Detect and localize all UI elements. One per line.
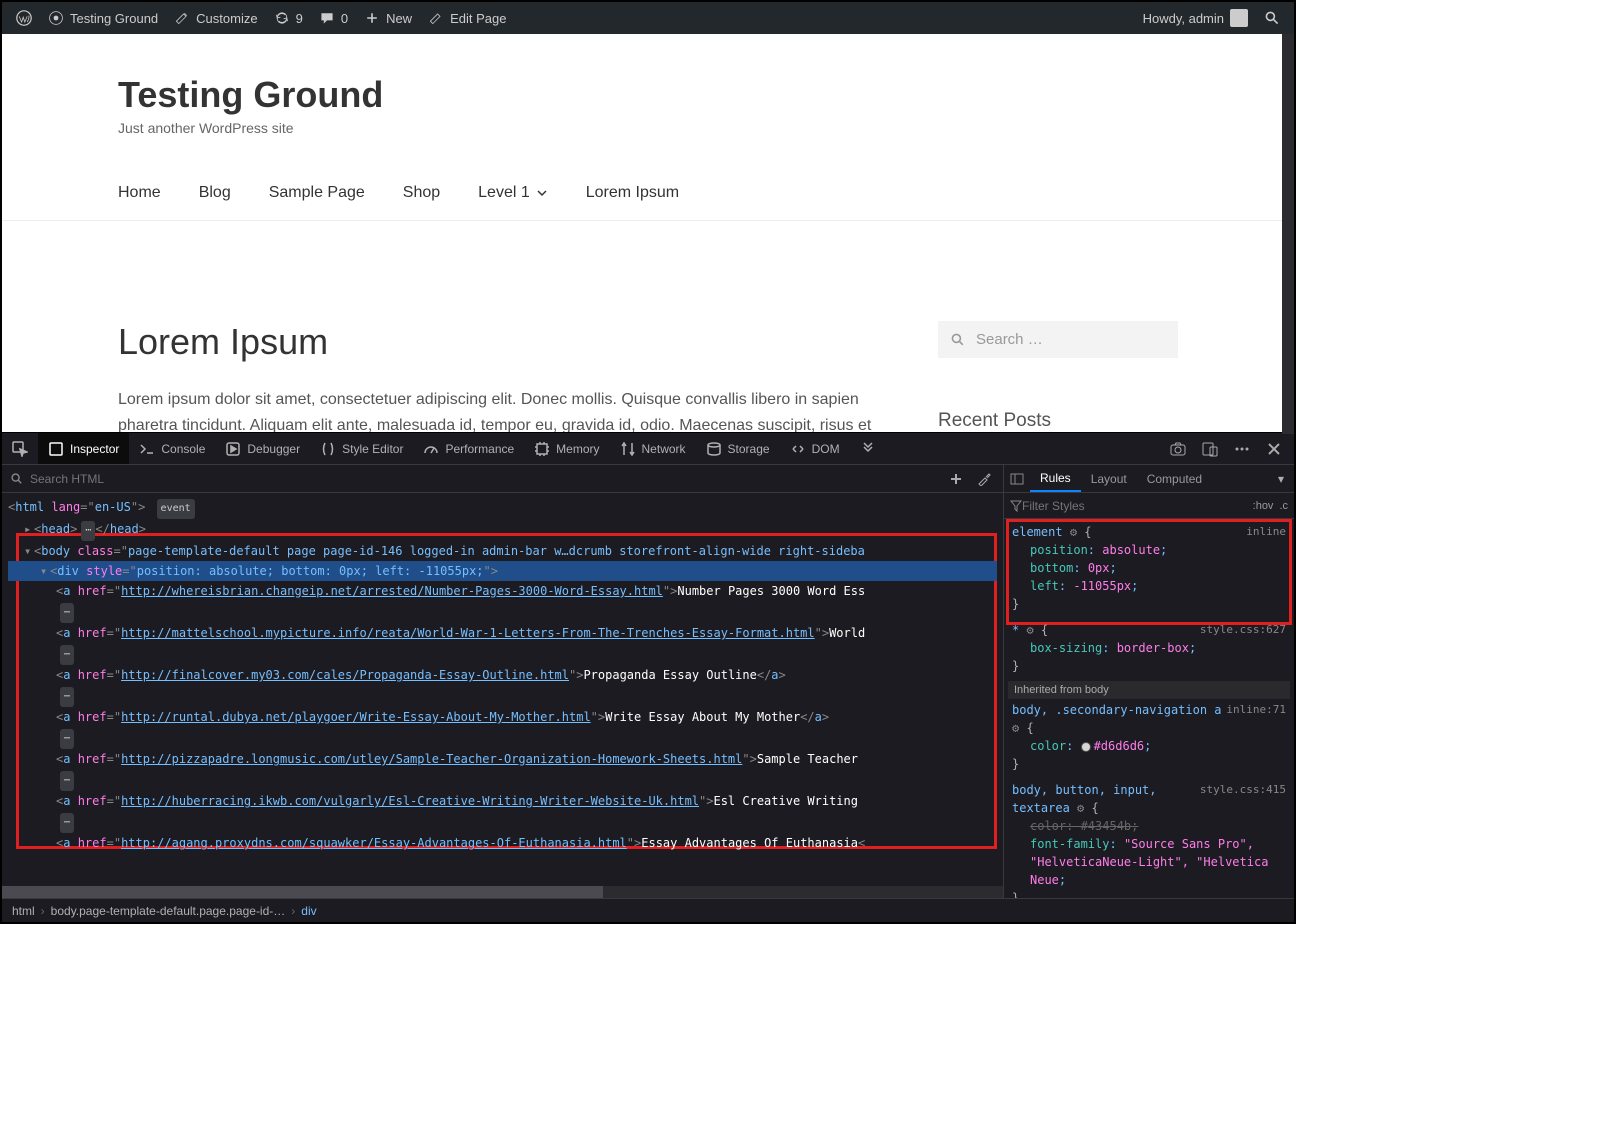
tree-line[interactable]: <html lang="en-US"> event — [8, 497, 997, 519]
tree-line[interactable]: <a href="http://finalcover.my03.com/cale… — [8, 665, 997, 685]
customize-item[interactable]: Customize — [166, 2, 265, 34]
site-title[interactable]: Testing Ground — [118, 74, 1178, 116]
responsive-button[interactable] — [1196, 435, 1224, 463]
howdy-item[interactable]: Howdy, admin — [1135, 2, 1256, 34]
page-text: Lorem ipsum dolor sit amet, consectetuer… — [118, 387, 878, 432]
rule-block[interactable]: style.css:415body, button, input, textar… — [1008, 779, 1290, 898]
search-toggle[interactable] — [1256, 2, 1288, 34]
screenshot-button[interactable] — [1164, 435, 1192, 463]
tabs-overflow[interactable] — [850, 433, 886, 464]
primary-nav: Home Blog Sample Page Shop Level 1 Lorem… — [118, 184, 1178, 220]
tree-line[interactable]: ⋯ — [8, 643, 997, 665]
edit-page-item[interactable]: Edit Page — [420, 2, 514, 34]
nav-home[interactable]: Home — [118, 184, 161, 202]
tab-storage[interactable]: Storage — [696, 433, 780, 464]
crumb-html[interactable]: html — [12, 904, 35, 918]
tree-line[interactable]: ⋯ — [8, 769, 997, 791]
rule-block[interactable]: inlineelement ⚙ {position: absolute;bott… — [1008, 521, 1290, 619]
new-item[interactable]: New — [356, 2, 420, 34]
tab-performance[interactable]: Performance — [413, 433, 524, 464]
html-panel: <html lang="en-US"> event▸<head>⋯</head>… — [2, 465, 1004, 898]
hov-toggle[interactable]: :hov — [1253, 500, 1274, 512]
styles-tab-layout[interactable]: Layout — [1081, 465, 1137, 492]
rules-list[interactable]: inlineelement ⚙ {position: absolute;bott… — [1004, 519, 1294, 898]
nav-lorem-ipsum[interactable]: Lorem Ipsum — [586, 184, 679, 202]
styles-tabs-overflow[interactable]: ▾ — [1268, 465, 1294, 492]
nav-sample-page[interactable]: Sample Page — [269, 184, 365, 202]
tree-line[interactable]: ⋯ — [8, 811, 997, 833]
crumb-body[interactable]: body.page-template-default.page.page-id-… — [51, 904, 286, 918]
tree-line[interactable]: ⋯ — [8, 685, 997, 707]
cls-toggle[interactable]: .c — [1279, 500, 1288, 512]
pick-element-button[interactable] — [2, 433, 38, 464]
site-content: Testing Ground Just another WordPress si… — [2, 34, 1294, 432]
site-tagline: Just another WordPress site — [118, 120, 1178, 136]
comments-item[interactable]: 0 — [311, 2, 356, 34]
wp-admin-bar: Testing Ground Customize 9 0 New Edit Pa… — [2, 2, 1294, 34]
tree-line[interactable]: ▾<div style="position: absolute; bottom:… — [8, 561, 997, 581]
nav-shop[interactable]: Shop — [403, 184, 440, 202]
styles-tab-computed[interactable]: Computed — [1137, 465, 1212, 492]
avatar — [1230, 9, 1248, 27]
tab-memory[interactable]: Memory — [524, 433, 609, 464]
tab-style-editor[interactable]: Style Editor — [310, 433, 413, 464]
page-title: Lorem Ipsum — [118, 321, 878, 363]
html-search-input[interactable] — [30, 472, 939, 486]
nav-level1[interactable]: Level 1 — [478, 184, 548, 202]
tab-console[interactable]: Console — [129, 433, 215, 464]
tab-dom[interactable]: DOM — [780, 433, 850, 464]
tree-line[interactable]: <a href="http://runtal.dubya.net/playgoe… — [8, 707, 997, 727]
tab-inspector[interactable]: Inspector — [38, 433, 129, 464]
add-element-button[interactable] — [945, 468, 967, 490]
search-icon — [950, 332, 966, 348]
more-button[interactable] — [1228, 435, 1256, 463]
rule-block[interactable]: inline:71body, .secondary-navigation a ⚙… — [1008, 699, 1290, 779]
tab-debugger[interactable]: Debugger — [215, 433, 310, 464]
crumb-div[interactable]: div — [301, 904, 316, 918]
filter-styles-input[interactable] — [1022, 499, 1253, 513]
devtools-toolbar: Inspector Console Debugger Style Editor … — [2, 433, 1294, 465]
rule-block[interactable]: style.css:627* ⚙ {box-sizing: border-box… — [1008, 619, 1290, 681]
tree-line[interactable]: <a href="http://whereisbrian.changeip.ne… — [8, 581, 997, 601]
tree-line[interactable]: <a href="http://huberracing.ikwb.com/vul… — [8, 791, 997, 811]
funnel-icon — [1010, 500, 1022, 512]
nav-blog[interactable]: Blog — [199, 184, 231, 202]
sidebar-heading: Recent Posts — [938, 410, 1178, 432]
inherited-label: Inherited from body — [1008, 681, 1290, 699]
chevron-down-icon — [536, 187, 548, 199]
styles-panel: Rules Layout Computed ▾ :hov .c inlineel… — [1004, 465, 1294, 898]
styles-tab-rules[interactable]: Rules — [1030, 465, 1081, 492]
sidebar-toggle-icon[interactable] — [1004, 465, 1030, 492]
tab-network[interactable]: Network — [610, 433, 696, 464]
search-box[interactable]: Search … — [938, 321, 1178, 358]
tree-scrollbar-x[interactable] — [2, 886, 1003, 898]
close-devtools-button[interactable] — [1260, 435, 1288, 463]
site-name-item[interactable]: Testing Ground — [40, 2, 166, 34]
tree-line[interactable]: ▾<body class="page-template-default page… — [8, 541, 997, 561]
html-search-bar — [2, 465, 1003, 493]
tree-line[interactable]: <a href="http://agang.proxydns.com/squaw… — [8, 833, 997, 853]
breadcrumb: html › body.page-template-default.page.p… — [2, 898, 1294, 922]
eyedropper-button[interactable] — [973, 468, 995, 490]
tree-line[interactable]: ⋯ — [8, 727, 997, 749]
tree-line[interactable]: ▸<head>⋯</head> — [8, 519, 997, 541]
wp-logo[interactable] — [8, 2, 40, 34]
admin-site-name: Testing Ground — [70, 11, 158, 26]
tree-line[interactable]: ⋯ — [8, 601, 997, 623]
tree-line[interactable]: <a href="http://pizzapadre.longmusic.com… — [8, 749, 997, 769]
tree-line[interactable]: <a href="http://mattelschool.mypicture.i… — [8, 623, 997, 643]
devtools: Inspector Console Debugger Style Editor … — [2, 432, 1294, 922]
updates-item[interactable]: 9 — [266, 2, 311, 34]
html-tree[interactable]: <html lang="en-US"> event▸<head>⋯</head>… — [2, 493, 1003, 886]
page-scrollbar[interactable] — [1282, 34, 1294, 434]
search-icon — [10, 472, 24, 486]
